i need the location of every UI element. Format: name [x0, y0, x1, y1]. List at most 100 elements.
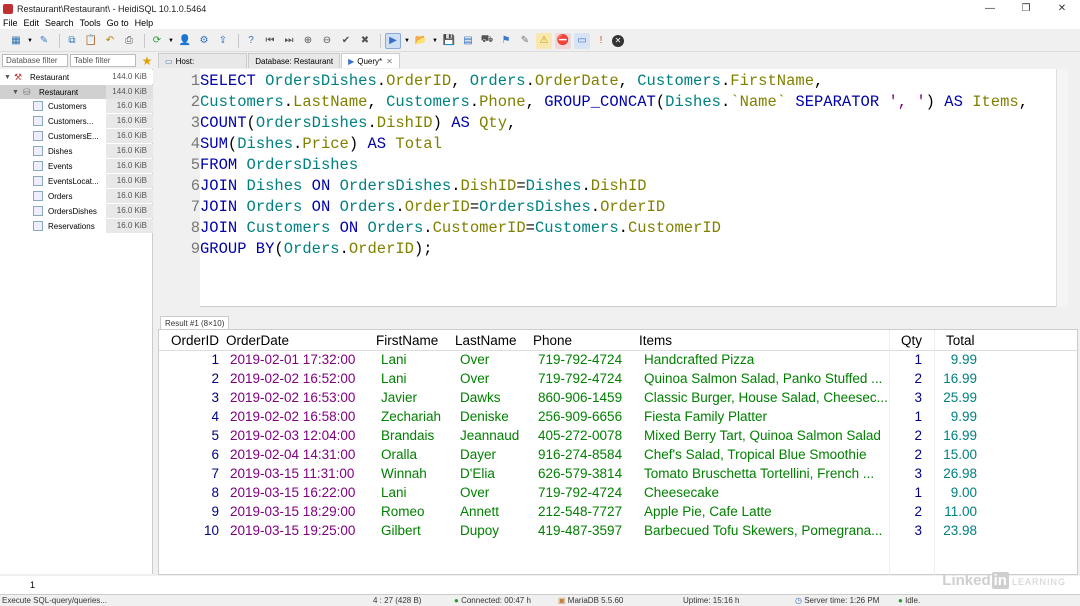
cell-phone[interactable]: 860-906-1459: [538, 390, 638, 405]
cell-qty[interactable]: 1: [897, 352, 922, 367]
cell-orderdate[interactable]: 2019-02-01 17:32:00: [230, 352, 370, 367]
user-manager-icon[interactable]: 👤: [177, 33, 193, 49]
table-row[interactable]: 2 2019-02-02 16:52:00 Lani Over 719-792-4724…: [159, 370, 1079, 389]
cell-lastname[interactable]: Annett: [460, 504, 534, 519]
cell-firstname[interactable]: Winnah: [381, 466, 456, 481]
database-filter-input[interactable]: Database filter: [2, 54, 68, 67]
tree-table-item[interactable]: Dishes 16.0 KiB: [0, 144, 153, 158]
cell-lastname[interactable]: Jeannaud: [460, 428, 534, 443]
dropdown-arrow-icon[interactable]: ▼: [168, 33, 174, 49]
code-line[interactable]: 2Customers.LastName, Customers.Phone, GR…: [186, 92, 1028, 113]
table-row[interactable]: 5 2019-02-03 12:04:00 Brandais Jeannaud 405-…: [159, 427, 1079, 446]
cell-firstname[interactable]: Zechariah: [381, 409, 456, 424]
column-header-orderdate[interactable]: OrderDate: [226, 333, 289, 348]
tree-item-root[interactable]: ▼ ⚒ Restaurant 144.0 KiB: [0, 70, 153, 84]
query-helper-icon[interactable]: ⚑: [498, 33, 514, 49]
table-row[interactable]: 8 2019-03-15 16:22:00 Lani Over 719-792-4724…: [159, 484, 1079, 503]
cell-qty[interactable]: 1: [897, 409, 922, 424]
help-icon[interactable]: ?: [243, 33, 259, 49]
cell-total[interactable]: 15.00: [941, 447, 977, 462]
code-line[interactable]: 6JOIN Dishes ON OrdersDishes.DishID=Dish…: [186, 176, 647, 197]
table-row[interactable]: 9 2019-03-15 18:29:00 Romeo Annett 212-548-7…: [159, 503, 1079, 522]
cell-qty[interactable]: 1: [897, 485, 922, 500]
query-log[interactable]: 1: [0, 576, 1080, 594]
cell-orderdate[interactable]: 2019-02-02 16:58:00: [230, 409, 370, 424]
cell-orderdate[interactable]: 2019-02-03 12:04:00: [230, 428, 370, 443]
cell-firstname[interactable]: Brandais: [381, 428, 456, 443]
column-header-items[interactable]: Items: [639, 333, 672, 348]
cell-phone[interactable]: 212-548-7727: [538, 504, 638, 519]
cell-orderdate[interactable]: 2019-03-15 19:25:00: [230, 523, 370, 538]
cell-orderid[interactable]: 8: [159, 485, 219, 500]
cell-qty[interactable]: 2: [897, 428, 922, 443]
cell-items[interactable]: Classic Burger, House Salad, Cheesec...: [644, 390, 889, 405]
cell-phone[interactable]: 719-792-4724: [538, 371, 638, 386]
insert-record-icon[interactable]: ⊕: [300, 33, 316, 49]
code-line[interactable]: 4SUM(Dishes.Price) AS Total: [186, 134, 442, 155]
cell-orderid[interactable]: 2: [159, 371, 219, 386]
column-header-total[interactable]: Total: [946, 333, 975, 348]
cell-orderdate[interactable]: 2019-02-04 14:31:00: [230, 447, 370, 462]
collapse-arrow-icon[interactable]: ▼: [4, 74, 11, 81]
dropdown-arrow-icon[interactable]: ▼: [432, 33, 438, 49]
refresh-icon[interactable]: ⟳: [149, 33, 165, 49]
cell-phone[interactable]: 916-274-8584: [538, 447, 638, 462]
dropdown-arrow-icon[interactable]: ▼: [404, 33, 410, 49]
info-icon[interactable]: !: [593, 33, 609, 49]
dropdown-arrow-icon[interactable]: ▼: [27, 33, 33, 49]
table-row[interactable]: 3 2019-02-02 16:53:00 Javier Dawks 860-906-1…: [159, 389, 1079, 408]
column-header-phone[interactable]: Phone: [533, 333, 572, 348]
cell-total[interactable]: 11.00: [941, 504, 977, 519]
cell-total[interactable]: 23.98: [941, 523, 977, 538]
post-icon[interactable]: ✔: [338, 33, 354, 49]
cell-qty[interactable]: 3: [897, 523, 922, 538]
tree-table-item[interactable]: Orders 16.0 KiB: [0, 189, 153, 203]
cell-lastname[interactable]: Dawks: [460, 390, 534, 405]
cell-lastname[interactable]: Dayer: [460, 447, 534, 462]
warning-icon[interactable]: ⚠: [536, 32, 552, 49]
print-icon[interactable]: ⎙: [121, 33, 137, 49]
close-tab-icon[interactable]: ✕: [386, 57, 393, 66]
close-button[interactable]: ✕: [1044, 0, 1080, 17]
cell-items[interactable]: Apple Pie, Cafe Latte: [644, 504, 889, 519]
cell-firstname[interactable]: Javier: [381, 390, 456, 405]
first-record-icon[interactable]: ⏮: [262, 33, 278, 49]
paste-icon[interactable]: 📋: [83, 33, 99, 49]
cell-firstname[interactable]: Lani: [381, 485, 456, 500]
tree-table-item[interactable]: Customers 16.0 KiB: [0, 99, 153, 113]
cell-total[interactable]: 16.99: [941, 371, 977, 386]
maintenance-icon[interactable]: ⚙: [196, 33, 212, 49]
cell-orderid[interactable]: 5: [159, 428, 219, 443]
table-row[interactable]: 6 2019-02-04 14:31:00 Oralla Dayer 916-274-8…: [159, 446, 1079, 465]
cell-firstname[interactable]: Lani: [381, 371, 456, 386]
cell-firstname[interactable]: Gilbert: [381, 523, 456, 538]
column-header-lastname[interactable]: LastName: [455, 333, 517, 348]
tree-table-item[interactable]: EventsLocat... 16.0 KiB: [0, 174, 153, 188]
code-line[interactable]: 7JOIN Orders ON Orders.OrderID=OrdersDis…: [186, 197, 666, 218]
menu-file[interactable]: File: [3, 18, 18, 28]
cell-total[interactable]: 9.99: [941, 409, 977, 424]
table-row[interactable]: 10 2019-03-15 19:25:00 Gilbert Dupoy 419-487…: [159, 522, 1079, 541]
cell-items[interactable]: Quinoa Salmon Salad, Panko Stuffed ...: [644, 371, 889, 386]
cell-items[interactable]: Chef's Salad, Tropical Blue Smoothie: [644, 447, 889, 462]
tab-database[interactable]: Database: Restaurant: [248, 53, 341, 68]
code-line[interactable]: 1SELECT OrdersDishes.OrderID, Orders.Ord…: [186, 71, 824, 92]
table-row[interactable]: 4 2019-02-02 16:58:00 Zechariah Deniske 256-…: [159, 408, 1079, 427]
cell-items[interactable]: Fiesta Family Platter: [644, 409, 889, 424]
cell-items[interactable]: Tomato Bruschetta Tortellini, French ...: [644, 466, 889, 481]
cell-firstname[interactable]: Oralla: [381, 447, 456, 462]
column-header-firstname[interactable]: FirstName: [376, 333, 438, 348]
cancel-icon[interactable]: ✖: [357, 33, 373, 49]
sql-editor[interactable]: 1SELECT OrdersDishes.OrderID, Orders.Ord…: [158, 69, 1068, 307]
table-filter-input[interactable]: Table filter: [70, 54, 136, 67]
cell-items[interactable]: Mixed Berry Tart, Quinoa Salmon Salad: [644, 428, 889, 443]
delete-record-icon[interactable]: ⊖: [319, 33, 335, 49]
menu-search[interactable]: Search: [45, 18, 74, 28]
cell-firstname[interactable]: Lani: [381, 352, 456, 367]
cell-phone[interactable]: 626-579-3814: [538, 466, 638, 481]
cell-items[interactable]: Barbecued Tofu Skewers, Pomegrana...: [644, 523, 889, 538]
menu-tools[interactable]: Tools: [80, 18, 101, 28]
cell-orderid[interactable]: 1: [159, 352, 219, 367]
cell-lastname[interactable]: Dupoy: [460, 523, 534, 538]
load-sql-icon[interactable]: 📂: [413, 33, 429, 49]
